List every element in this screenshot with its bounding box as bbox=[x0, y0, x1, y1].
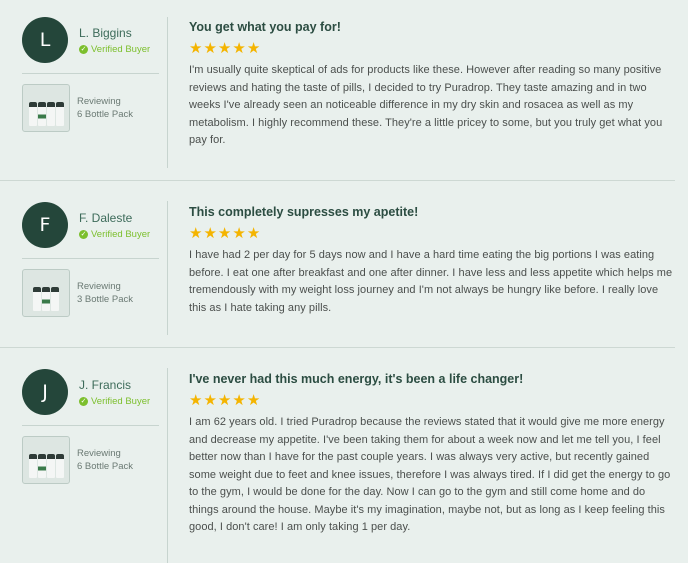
check-icon: ✓ bbox=[79, 45, 88, 54]
verified-label: Verified Buyer bbox=[91, 229, 151, 240]
reviewer-name: F. Daleste bbox=[79, 211, 133, 225]
divider bbox=[22, 73, 159, 74]
reviewer: F F. Daleste ✓ Verified Buyer bbox=[22, 202, 159, 248]
reviewer: J J. Francis ✓ Verified Buyer bbox=[22, 369, 159, 415]
star-icon: ★ bbox=[232, 224, 246, 242]
review-content: I've never had this much energy, it's be… bbox=[189, 348, 675, 563]
reviewing-label: Reviewing bbox=[77, 448, 121, 459]
star-icon: ★ bbox=[246, 224, 261, 242]
divider bbox=[22, 258, 159, 259]
review-content: You get what you pay for! ★ ★ ★ ★ ★ I'm … bbox=[189, 0, 675, 180]
reviewer-name: J. Francis bbox=[79, 378, 132, 392]
star-rating: ★ ★ ★ ★ ★ bbox=[189, 41, 675, 56]
reviewed-product: Reviewing 6 Bottle Pack bbox=[22, 436, 159, 484]
check-icon: ✓ bbox=[79, 230, 88, 239]
star-icon: ★ bbox=[203, 224, 217, 242]
divider bbox=[167, 17, 168, 168]
star-rating: ★ ★ ★ ★ ★ bbox=[189, 226, 675, 241]
star-icon: ★ bbox=[232, 39, 246, 57]
review-text: I am 62 years old. I tried Puradrop beca… bbox=[189, 416, 671, 533]
star-icon: ★ bbox=[232, 391, 246, 409]
review-text: I'm usually quite skeptical of ads for p… bbox=[189, 64, 663, 146]
avatar: L bbox=[22, 17, 68, 63]
review-list: L L. Biggins ✓ Verified Buyer Reviewing … bbox=[0, 0, 688, 563]
star-icon: ★ bbox=[203, 39, 217, 57]
avatar: F bbox=[22, 202, 68, 248]
verified-badge: ✓ Verified Buyer bbox=[79, 229, 150, 240]
divider bbox=[167, 368, 168, 563]
review-card: L L. Biggins ✓ Verified Buyer Reviewing … bbox=[0, 0, 675, 181]
verified-badge: ✓ Verified Buyer bbox=[79, 44, 150, 55]
product-name: 3 Bottle Pack bbox=[77, 294, 133, 305]
star-icon: ★ bbox=[246, 39, 261, 57]
verified-label: Verified Buyer bbox=[91, 44, 151, 55]
verified-badge: ✓ Verified Buyer bbox=[79, 396, 150, 407]
star-icon: ★ bbox=[189, 391, 203, 409]
star-icon: ★ bbox=[203, 391, 217, 409]
star-icon: ★ bbox=[189, 39, 203, 57]
review-title: You get what you pay for! bbox=[189, 20, 341, 34]
reviewer-panel: L L. Biggins ✓ Verified Buyer Reviewing … bbox=[22, 0, 159, 180]
star-icon: ★ bbox=[217, 39, 232, 57]
avatar: J bbox=[22, 369, 68, 415]
reviewer-name: L. Biggins bbox=[79, 26, 132, 40]
check-icon: ✓ bbox=[79, 397, 88, 406]
review-title: I've never had this much energy, it's be… bbox=[189, 372, 524, 386]
review-card: J J. Francis ✓ Verified Buyer Reviewing … bbox=[0, 348, 675, 563]
review-text: I have had 2 per day for 5 days now and … bbox=[189, 249, 673, 314]
product-name: 6 Bottle Pack bbox=[77, 461, 133, 472]
reviewer-panel: F F. Daleste ✓ Verified Buyer Reviewing … bbox=[22, 181, 159, 347]
review-title: This completely supresses my apetite! bbox=[189, 205, 419, 219]
star-rating: ★ ★ ★ ★ ★ bbox=[189, 393, 675, 408]
verified-label: Verified Buyer bbox=[91, 396, 151, 407]
star-icon: ★ bbox=[246, 391, 261, 409]
product-image bbox=[22, 269, 70, 317]
star-icon: ★ bbox=[189, 224, 203, 242]
review-content: This completely supresses my apetite! ★ … bbox=[189, 181, 675, 347]
divider bbox=[22, 425, 159, 426]
product-name: 6 Bottle Pack bbox=[77, 109, 133, 120]
reviewer-panel: J J. Francis ✓ Verified Buyer Reviewing … bbox=[22, 348, 159, 563]
review-card: F F. Daleste ✓ Verified Buyer Reviewing … bbox=[0, 181, 675, 348]
star-icon: ★ bbox=[217, 391, 232, 409]
reviewer: L L. Biggins ✓ Verified Buyer bbox=[22, 17, 159, 63]
reviewing-label: Reviewing bbox=[77, 96, 121, 107]
product-image bbox=[22, 84, 70, 132]
reviewed-product: Reviewing 6 Bottle Pack bbox=[22, 84, 159, 132]
divider bbox=[167, 201, 168, 335]
star-icon: ★ bbox=[217, 224, 232, 242]
product-image bbox=[22, 436, 70, 484]
reviewing-label: Reviewing bbox=[77, 281, 121, 292]
reviewed-product: Reviewing 3 Bottle Pack bbox=[22, 269, 159, 317]
